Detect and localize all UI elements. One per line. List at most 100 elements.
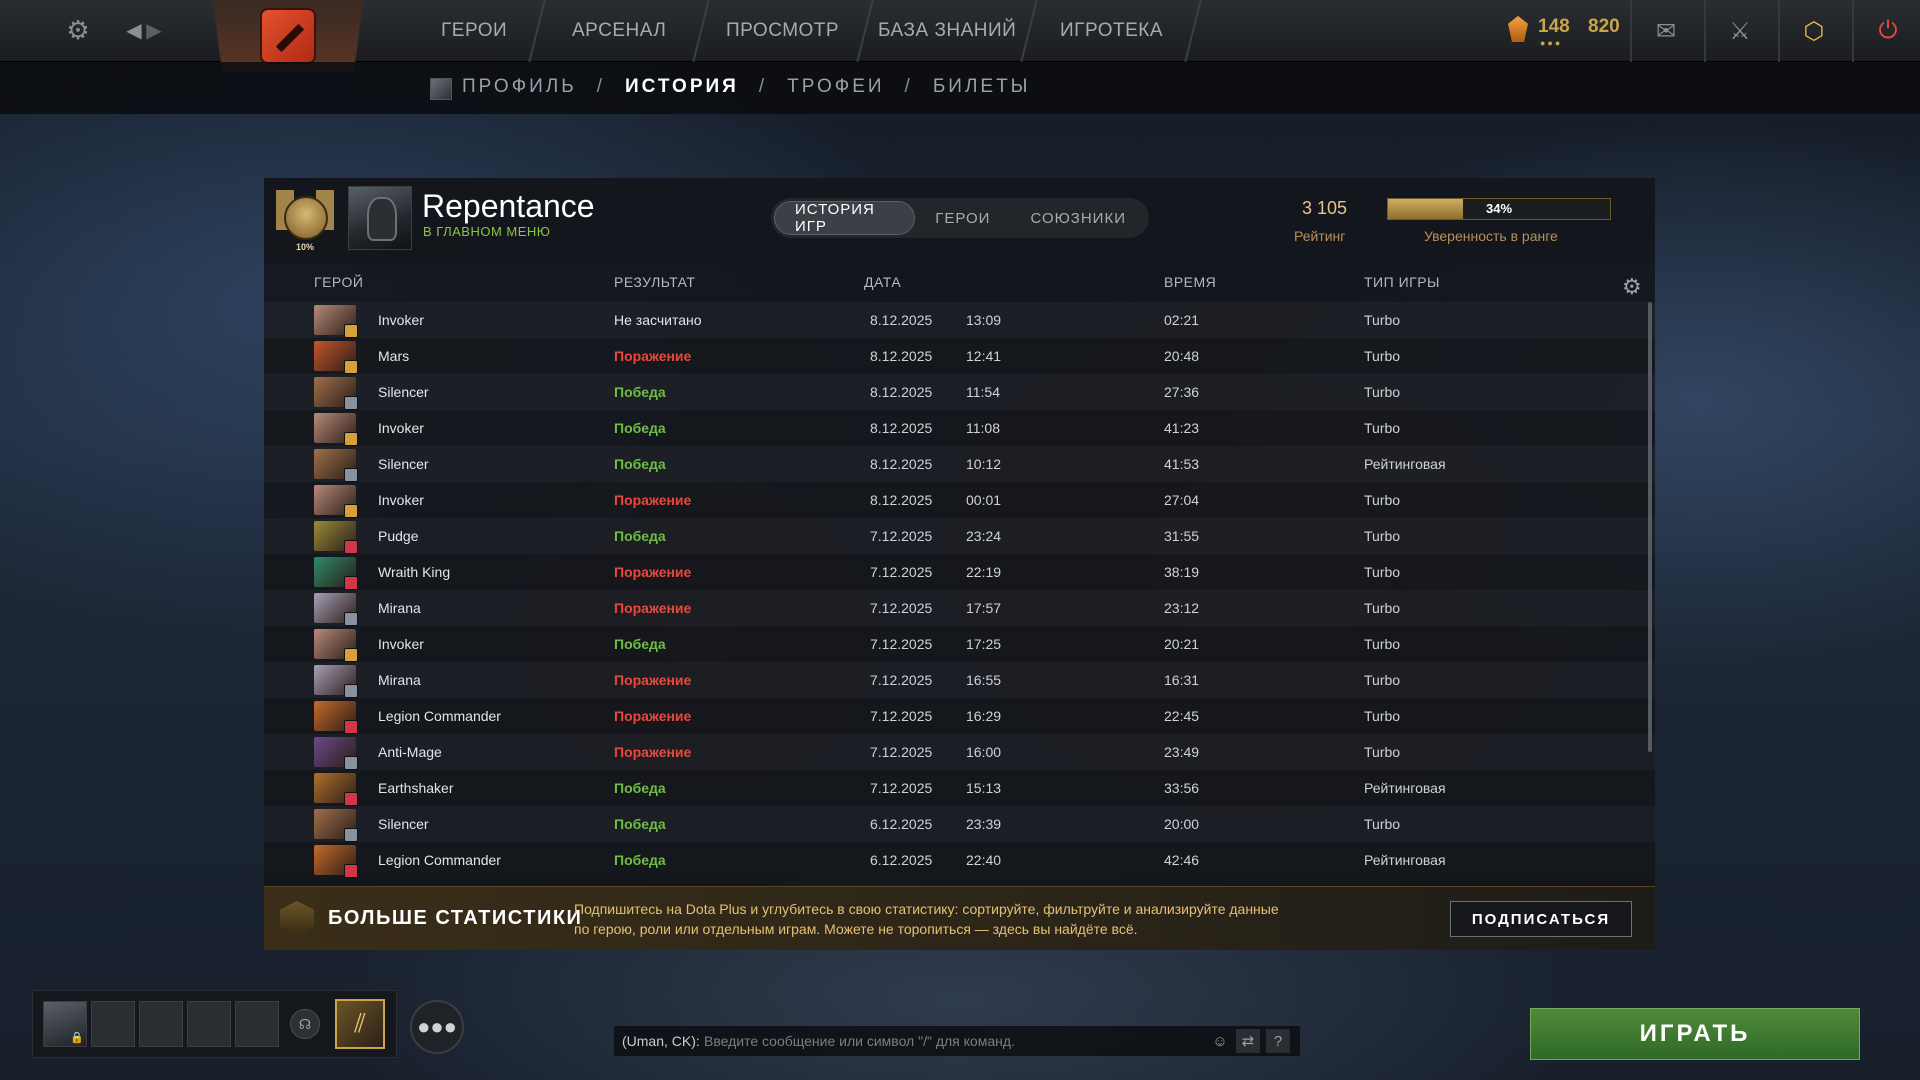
match-time: 17:57 [966, 600, 1002, 616]
hero-portrait-icon [314, 845, 358, 878]
game-type: Рейтинговая [1364, 456, 1446, 472]
subnav-tickets[interactable]: БИЛЕТЫ [933, 76, 1031, 98]
tab-match-history[interactable]: ИСТОРИЯ ИГР [774, 201, 916, 235]
party-slot-empty[interactable] [235, 1001, 279, 1047]
dota-plus-button[interactable]: ⫽ [335, 999, 385, 1049]
match-duration: 23:12 [1164, 600, 1200, 616]
match-duration: 16:31 [1164, 672, 1200, 688]
match-result: Поражение [614, 600, 692, 616]
party-slot-empty[interactable] [187, 1001, 231, 1047]
gear-icon[interactable]: ⚙ [60, 12, 96, 48]
hero-portrait-icon [314, 305, 358, 338]
confidence-label: Уверенность в ранге [1424, 228, 1558, 244]
party-slot-self[interactable]: 🔒 [43, 1001, 87, 1047]
subnav-profile[interactable]: ПРОФИЛЬ [462, 76, 577, 98]
translate-icon[interactable]: ⇄ [1236, 1029, 1260, 1053]
party-slot-empty[interactable] [91, 1001, 135, 1047]
column-date[interactable]: ДАТА [864, 274, 901, 290]
subnav-history[interactable]: ИСТОРИЯ [625, 76, 739, 98]
gear-icon[interactable]: ⚙ [1622, 274, 1642, 300]
table-row[interactable]: Legion Commander Поражение 7.12.2025 16:29 2… [264, 698, 1655, 734]
banner-text: Подпишитесь на Dota Plus и углубитесь в … [574, 901, 1279, 937]
match-result: Поражение [614, 708, 692, 724]
table-row[interactable]: Mirana Поражение 7.12.2025 17:57 23:12 Turbo [264, 590, 1655, 626]
play-button[interactable]: ИГРАТЬ [1530, 1008, 1860, 1060]
chat-input[interactable] [704, 1026, 1184, 1056]
table-row[interactable]: Mirana Поражение 7.12.2025 16:55 16:31 Turbo [264, 662, 1655, 698]
chat-channel[interactable]: (Uman, CK): [622, 1033, 700, 1049]
hero-portrait-icon [314, 773, 358, 806]
match-result: Поражение [614, 672, 692, 688]
nav-heroes[interactable]: ГЕРОИ [404, 0, 546, 62]
table-row[interactable]: Invoker Победа 7.12.2025 17:25 20:21 Turbo [264, 626, 1655, 662]
emoji-icon[interactable]: ☺ [1208, 1029, 1232, 1053]
match-result: Победа [614, 816, 666, 832]
game-type: Turbo [1364, 600, 1401, 616]
role-badge-icon [344, 576, 358, 590]
match-date: 8.12.2025 [870, 420, 933, 436]
match-date: 7.12.2025 [870, 528, 933, 544]
tab-heroes[interactable]: ГЕРОИ [915, 201, 1010, 235]
party-slot-empty[interactable] [139, 1001, 183, 1047]
table-row[interactable]: Pudge Победа 7.12.2025 23:24 31:55 Turbo [264, 518, 1655, 554]
role-badge-icon [344, 828, 358, 842]
nav-arcade[interactable]: ИГРОТЕКА [1022, 0, 1202, 62]
match-result: Поражение [614, 348, 692, 364]
friends-icon[interactable]: ●●● [410, 1000, 464, 1054]
table-row[interactable]: Invoker Победа 8.12.2025 11:08 41:23 Turbo [264, 410, 1655, 446]
medal-icon [284, 196, 328, 240]
power-icon[interactable]: ⏻ [1852, 0, 1920, 62]
match-result: Поражение [614, 492, 692, 508]
help-icon[interactable]: ? [1266, 1029, 1290, 1053]
nav-watch[interactable]: ПРОСМОТР [694, 0, 874, 62]
subscribe-button[interactable]: ПОДПИСАТЬСЯ [1450, 901, 1632, 937]
match-date: 8.12.2025 [870, 348, 933, 364]
column-type[interactable]: ТИП ИГРЫ [1364, 274, 1440, 290]
nav-arsenal[interactable]: АРСЕНАЛ [530, 0, 710, 62]
game-type: Turbo [1364, 708, 1401, 724]
mail-icon[interactable]: ✉ [1630, 0, 1700, 62]
column-result[interactable]: РЕЗУЛЬТАТ [614, 274, 695, 290]
game-type: Turbo [1364, 636, 1401, 652]
rank-medal[interactable]: 10% [276, 186, 334, 252]
hero-portrait-icon [314, 593, 358, 626]
table-row[interactable]: Invoker Не засчитано 8.12.2025 13:09 02:21 Tu… [264, 302, 1655, 338]
match-result: Победа [614, 780, 666, 796]
scrollbar[interactable] [1648, 302, 1652, 752]
nav-knowledge-base[interactable]: БАЗА ЗНАНИЙ [858, 0, 1038, 62]
match-date: 7.12.2025 [870, 564, 933, 580]
subnav-trophies[interactable]: ТРОФЕИ [787, 76, 884, 98]
role-badge-icon [344, 324, 358, 338]
hero-portrait-icon [314, 413, 358, 446]
dota-plus-icon[interactable]: ⬡ [1778, 0, 1848, 62]
table-row[interactable]: Invoker Поражение 8.12.2025 00:01 27:04 Turbo [264, 482, 1655, 518]
match-duration: 41:53 [1164, 456, 1200, 472]
match-result: Победа [614, 384, 666, 400]
table-row[interactable]: Legion Commander Победа 6.12.2025 22:40 42:4… [264, 842, 1655, 878]
banner-title: БОЛЬШЕ СТАТИСТИКИ [328, 907, 583, 929]
arrow-right-icon[interactable]: ▶ [136, 12, 172, 48]
player-avatar[interactable] [348, 186, 412, 250]
table-row[interactable]: Mars Поражение 8.12.2025 12:41 20:48 Turbo [264, 338, 1655, 374]
role-badge-icon [344, 360, 358, 374]
table-row[interactable]: Anti-Mage Поражение 7.12.2025 16:00 23:49 Tur… [264, 734, 1655, 770]
hero-portrait-icon [314, 665, 358, 698]
chat-bar: (Uman, CK): ☺ ⇄ ? [614, 1026, 1300, 1056]
table-row[interactable]: Earthshaker Победа 7.12.2025 15:13 33:56 Рейт… [264, 770, 1655, 806]
game-type: Turbo [1364, 312, 1401, 328]
match-date: 8.12.2025 [870, 312, 933, 328]
column-hero[interactable]: ГЕРОЙ [314, 274, 363, 290]
table-row[interactable]: Silencer Победа 8.12.2025 10:12 41:53 Рейтинг… [264, 446, 1655, 482]
tab-allies[interactable]: СОЮЗНИКИ [1010, 201, 1146, 235]
match-duration: 41:23 [1164, 420, 1200, 436]
hero-name: Silencer [378, 384, 429, 400]
hero-name: Invoker [378, 492, 424, 508]
table-row[interactable]: Silencer Победа 6.12.2025 23:39 20:00 Turbo [264, 806, 1655, 842]
headset-icon[interactable]: ☊ [290, 1009, 320, 1039]
match-result: Победа [614, 528, 666, 544]
armory-icon[interactable]: ⚔ [1704, 0, 1774, 62]
table-row[interactable]: Wraith King Поражение 7.12.2025 22:19 38:19 T… [264, 554, 1655, 590]
table-row[interactable]: Silencer Победа 8.12.2025 11:54 27:36 Turbo [264, 374, 1655, 410]
match-result: Поражение [614, 564, 692, 580]
column-duration[interactable]: ВРЕМЯ [1164, 274, 1216, 290]
